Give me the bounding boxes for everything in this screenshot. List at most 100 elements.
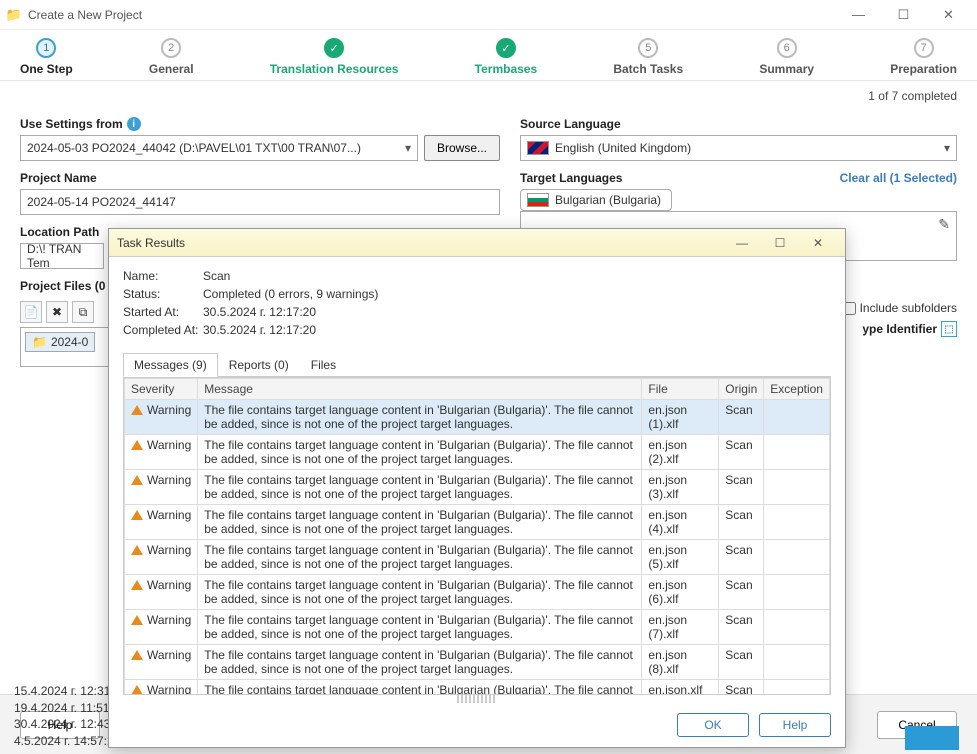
- exception-cell: [764, 645, 830, 680]
- pencil-icon[interactable]: ✎: [938, 216, 950, 233]
- message-cell: The file contains target language conten…: [198, 540, 642, 575]
- maximize-button[interactable]: ☐: [881, 0, 926, 30]
- clear-all-link[interactable]: Clear all (1 Selected): [840, 171, 957, 185]
- warning-icon: [131, 615, 143, 625]
- severity-cell: Warning: [125, 610, 198, 645]
- step-translation-resources[interactable]: ✓Translation Resources: [270, 38, 399, 76]
- severity-cell: Warning: [125, 435, 198, 470]
- dialog-close-button[interactable]: ✕: [799, 230, 837, 256]
- col-exception[interactable]: Exception: [764, 379, 830, 400]
- table-row[interactable]: WarningThe file contains target language…: [125, 575, 830, 610]
- file-cell: en.json (3).xlf: [642, 470, 719, 505]
- window-title: Create a New Project: [28, 8, 836, 22]
- file-cell: en.json (1).xlf: [642, 400, 719, 435]
- step-preparation[interactable]: 7Preparation: [890, 38, 957, 76]
- col-origin[interactable]: Origin: [719, 379, 764, 400]
- warning-icon: [131, 475, 143, 485]
- name-value: Scan: [203, 269, 230, 283]
- copy-file-icon[interactable]: ⧉: [72, 301, 94, 323]
- dialog-title: Task Results: [117, 236, 723, 250]
- settings-combo[interactable]: 2024-05-03 PO2024_44042 (D:\PAVEL\01 TXT…: [20, 135, 418, 161]
- titlebar: 📁 Create a New Project — ☐ ✕: [0, 0, 977, 30]
- warning-icon: [131, 405, 143, 415]
- messages-table: Severity Message File Origin Exception W…: [124, 378, 830, 695]
- step-circle: ✓: [496, 38, 516, 58]
- step-summary[interactable]: 6Summary: [759, 38, 814, 76]
- origin-cell: Scan: [719, 435, 764, 470]
- modal-help-button[interactable]: Help: [759, 713, 831, 737]
- col-severity[interactable]: Severity: [125, 379, 198, 400]
- progress-text: 1 of 7 completed: [0, 81, 977, 107]
- table-row[interactable]: WarningThe file contains target language…: [125, 680, 830, 696]
- step-general[interactable]: 2General: [149, 38, 194, 76]
- origin-cell: Scan: [719, 540, 764, 575]
- severity-cell: Warning: [125, 505, 198, 540]
- source-language-combo[interactable]: English (United Kingdom) ▾: [520, 135, 957, 161]
- step-one-step[interactable]: 1One Step: [20, 38, 73, 76]
- message-cell: The file contains target language conten…: [198, 645, 642, 680]
- background-timestamps: 15.4.2024 г. 12:31:419.4.2024 г. 11:51:2…: [14, 683, 120, 750]
- step-termbases[interactable]: ✓Termbases: [475, 38, 537, 76]
- step-circle: 7: [914, 38, 934, 58]
- project-name-input[interactable]: 2024-05-14 PO2024_44147: [20, 189, 500, 215]
- ok-button[interactable]: OK: [677, 713, 749, 737]
- info-icon[interactable]: i: [127, 117, 141, 131]
- table-row[interactable]: WarningThe file contains target language…: [125, 435, 830, 470]
- flag-uk-icon: [527, 141, 549, 155]
- remove-file-icon[interactable]: ✖: [46, 301, 68, 323]
- severity-cell: Warning: [125, 575, 198, 610]
- location-path-input[interactable]: D:\! TRAN Tem: [20, 243, 104, 269]
- warning-icon: [131, 650, 143, 660]
- file-cell: en.json (2).xlf: [642, 435, 719, 470]
- origin-cell: Scan: [719, 505, 764, 540]
- tab-files[interactable]: Files: [300, 353, 347, 376]
- file-cell: en.json (6).xlf: [642, 575, 719, 610]
- message-cell: The file contains target language conten…: [198, 680, 642, 696]
- table-row[interactable]: WarningThe file contains target language…: [125, 400, 830, 435]
- origin-cell: Scan: [719, 680, 764, 696]
- use-settings-label: Use Settings from i: [20, 117, 500, 131]
- message-cell: The file contains target language conten…: [198, 610, 642, 645]
- warning-icon: [131, 580, 143, 590]
- origin-cell: Scan: [719, 575, 764, 610]
- file-list-item[interactable]: 📁 2024-0: [25, 332, 95, 352]
- file-cell: en.json (5).xlf: [642, 540, 719, 575]
- dialog-minimize-button[interactable]: —: [723, 230, 761, 256]
- table-row[interactable]: WarningThe file contains target language…: [125, 610, 830, 645]
- tab-messages[interactable]: Messages (9): [123, 353, 218, 377]
- close-button[interactable]: ✕: [926, 0, 971, 30]
- tab-reports[interactable]: Reports (0): [218, 353, 300, 376]
- step-label: Translation Resources: [270, 62, 399, 76]
- col-message[interactable]: Message: [198, 379, 642, 400]
- project-name-label: Project Name: [20, 171, 500, 185]
- step-circle: 6: [777, 38, 797, 58]
- col-file[interactable]: File: [642, 379, 719, 400]
- name-key: Name:: [123, 269, 203, 283]
- origin-cell: Scan: [719, 470, 764, 505]
- dialog-maximize-button[interactable]: ☐: [761, 230, 799, 256]
- table-row[interactable]: WarningThe file contains target language…: [125, 540, 830, 575]
- exception-cell: [764, 505, 830, 540]
- exception-cell: [764, 540, 830, 575]
- source-language-label: Source Language: [520, 117, 957, 131]
- target-languages-label: Target Languages: [520, 171, 622, 185]
- target-language-value: Bulgarian (Bulgaria): [555, 193, 661, 207]
- step-circle: 5: [638, 38, 658, 58]
- severity-cell: Warning: [125, 470, 198, 505]
- type-identifier-label: ype Identifier: [862, 322, 937, 336]
- browse-button[interactable]: Browse...: [424, 135, 500, 161]
- add-file-icon[interactable]: 📄: [20, 301, 42, 323]
- type-identifier-icon[interactable]: ⬚: [941, 321, 957, 337]
- origin-cell: Scan: [719, 645, 764, 680]
- step-batch-tasks[interactable]: 5Batch Tasks: [613, 38, 683, 76]
- table-row[interactable]: WarningThe file contains target language…: [125, 470, 830, 505]
- minimize-button[interactable]: —: [836, 0, 881, 30]
- target-language-chip[interactable]: Bulgarian (Bulgaria): [520, 189, 672, 211]
- severity-cell: Warning: [125, 540, 198, 575]
- step-label: One Step: [20, 62, 73, 76]
- warning-icon: [131, 685, 143, 695]
- table-row[interactable]: WarningThe file contains target language…: [125, 645, 830, 680]
- message-cell: The file contains target language conten…: [198, 400, 642, 435]
- resize-grip[interactable]: [457, 695, 497, 703]
- table-row[interactable]: WarningThe file contains target language…: [125, 505, 830, 540]
